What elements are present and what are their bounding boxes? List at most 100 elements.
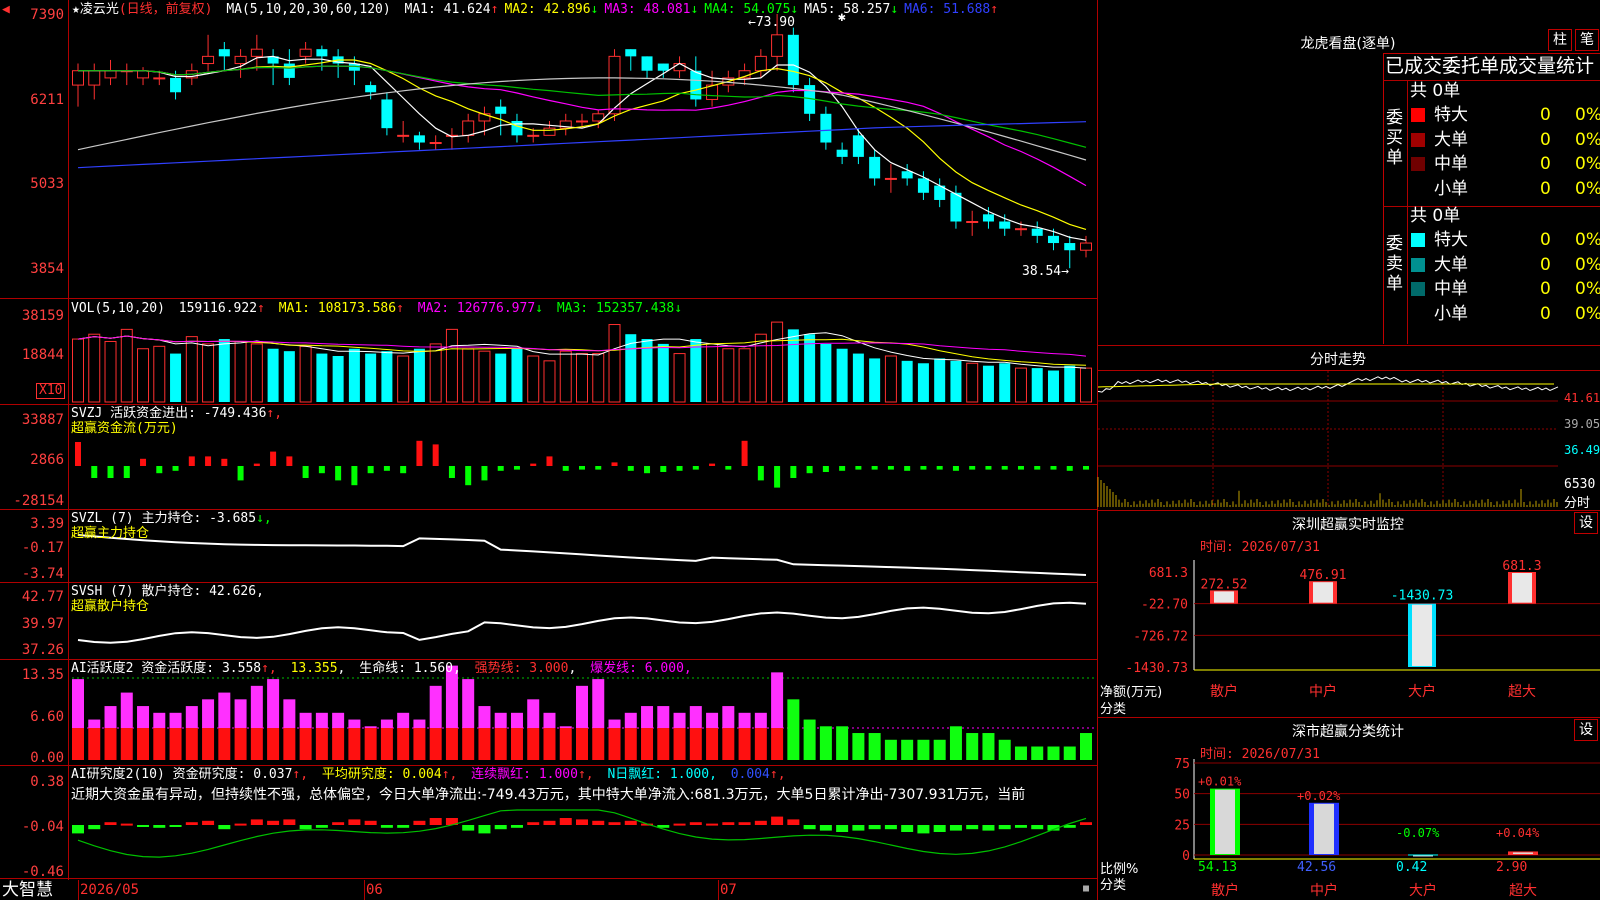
fund-flow-bar xyxy=(286,456,293,466)
activity-bar xyxy=(543,728,556,760)
svzl-axis-1: -0.17 xyxy=(21,540,64,556)
ai1-title: AI活跃度2 资金活跃度: 3.558 xyxy=(71,661,262,676)
vol-bar xyxy=(608,324,621,403)
fund-flow-bar xyxy=(839,466,846,471)
vol-bar xyxy=(429,343,442,403)
fund-flow-bar xyxy=(871,466,878,470)
research-bar xyxy=(315,825,328,828)
research-bar xyxy=(819,825,832,831)
candle-body xyxy=(462,120,475,136)
ai1-life: 生命线: 1.560 xyxy=(359,661,453,676)
vol-ma2: MA2: 126776.977 xyxy=(417,301,536,316)
vol-bar xyxy=(592,353,605,403)
kline-chart-area[interactable]: ◀ ★凌云光(日线，前复权) MA(5,10,20,30,60,120) MA1… xyxy=(0,0,1098,900)
vol-axis-0: 38159 xyxy=(21,308,64,324)
activity-bar xyxy=(868,733,881,760)
vol-header: VOL(5,10,20) 159116.922↑ MA1: 108173.586… xyxy=(71,301,683,316)
ma-line xyxy=(78,59,1087,230)
ai1-burst: 爆发线: 6.000 xyxy=(590,661,684,676)
activity-bar xyxy=(397,728,410,760)
sell-row-name: 中单 xyxy=(1434,279,1468,299)
ai1-axis-1: 6.60 xyxy=(30,709,64,725)
activity-bar xyxy=(250,685,263,728)
lhb-tabs[interactable]: 已成交委托单成交量统计 xyxy=(1385,54,1600,78)
activity-bar xyxy=(283,699,296,728)
classify-bar xyxy=(1408,854,1438,857)
candle-body xyxy=(218,49,230,57)
research-bar xyxy=(738,822,751,825)
activity-bar xyxy=(641,706,654,728)
lock-icon[interactable]: ■ xyxy=(1083,883,1089,894)
activity-bar xyxy=(332,728,345,760)
fund-flow-bar xyxy=(969,466,976,470)
fund-flow-bar xyxy=(221,458,228,466)
fund-flow-bar xyxy=(562,466,569,471)
vol-bar xyxy=(982,365,994,402)
classify-bar xyxy=(1508,851,1538,855)
sell-row-count: 0 xyxy=(1540,303,1551,324)
fund-flow-bar xyxy=(75,442,81,466)
candle-body xyxy=(982,214,994,222)
activity-bar xyxy=(364,726,377,728)
vol-bar xyxy=(283,351,295,402)
fenshi-vol-axis-0: 6530 xyxy=(1564,477,1596,492)
activity-bar xyxy=(380,719,393,728)
activity-bar xyxy=(949,726,962,760)
activity-bar xyxy=(120,692,133,728)
activity-bar xyxy=(836,726,849,760)
vol-bar xyxy=(381,351,393,402)
fund-flow-bar xyxy=(725,466,732,470)
brand-label: 大智慧 xyxy=(2,880,53,900)
research-bar xyxy=(429,818,442,825)
activity-bar xyxy=(657,728,670,760)
candle-body xyxy=(365,85,377,93)
activity-bar xyxy=(153,712,166,728)
activity-bar xyxy=(202,699,215,728)
research-bar xyxy=(185,822,198,825)
research-bar xyxy=(267,820,280,825)
research-bar xyxy=(673,823,686,826)
vol-bar xyxy=(413,348,425,402)
research-bar xyxy=(153,825,166,828)
vol-bar xyxy=(202,343,215,403)
activity-bar xyxy=(315,712,328,728)
research-bar xyxy=(624,820,637,825)
activity-bar xyxy=(722,728,735,760)
fund-flow-bar xyxy=(253,463,260,466)
fund-flow-bar xyxy=(822,466,829,472)
vol-bar xyxy=(1031,368,1043,402)
candle-body xyxy=(576,120,588,123)
classify-bar-fill xyxy=(1215,789,1235,854)
svzj-axis-1: 2866 xyxy=(30,452,64,468)
vol-bar xyxy=(88,333,101,403)
buy-swatch xyxy=(1411,108,1425,122)
fund-flow-bar xyxy=(887,466,894,470)
activity-bar xyxy=(689,706,702,728)
bar-mode-button[interactable]: 柱 xyxy=(1548,29,1572,51)
svsh-header: SVSH (7) 散户持仓: 42.626, xyxy=(71,584,264,599)
vol-bar xyxy=(234,340,247,403)
fund-flow-bar xyxy=(1034,466,1041,470)
candle-body xyxy=(1014,228,1027,231)
fund-flow-bar xyxy=(351,466,358,486)
intraday-chart[interactable] xyxy=(1097,371,1559,509)
fund-flow-bar xyxy=(140,458,147,466)
research-bar xyxy=(380,825,393,828)
research-bar xyxy=(803,825,816,830)
vol-bar xyxy=(72,338,84,403)
activity-bar xyxy=(624,712,637,728)
candle-body xyxy=(1064,243,1076,251)
fund-flow-bar xyxy=(806,466,813,474)
activity-bar xyxy=(738,728,751,760)
classify-chart: 75 50 25 0 +0.01% 54.13 散户 +0.02% 42.56 中户 -0.07% 0… xyxy=(1174,757,1600,899)
candle-body xyxy=(527,134,540,137)
activity-bar xyxy=(462,679,475,728)
ai2-axis-1: -0.04 xyxy=(21,819,64,835)
activity-bar xyxy=(234,728,247,760)
buy-swatch xyxy=(1411,157,1425,171)
activity-bar xyxy=(1080,733,1092,760)
tick-mode-button[interactable]: 笔 xyxy=(1575,29,1599,51)
research-bar xyxy=(413,820,426,825)
date-label-1: 06 xyxy=(366,882,383,898)
vol-bar xyxy=(445,328,458,403)
